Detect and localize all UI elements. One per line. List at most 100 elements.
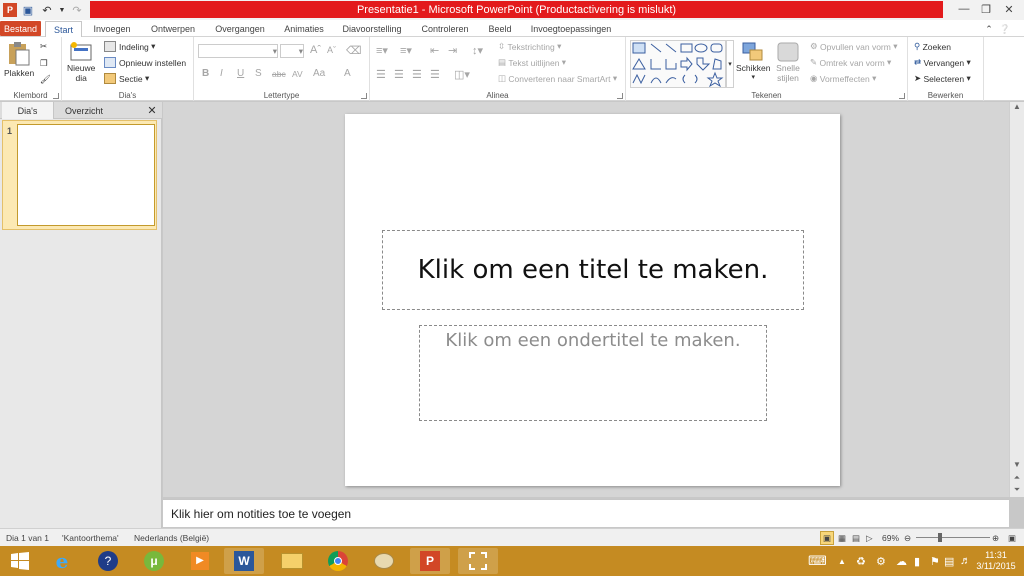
tekenen-launcher-icon[interactable]: [899, 93, 905, 99]
tab-overgangen[interactable]: Overgangen: [210, 21, 270, 37]
shapes-gallery[interactable]: [630, 40, 726, 88]
paste-button[interactable]: Plakken: [4, 40, 34, 78]
underline-button[interactable]: U: [237, 68, 244, 79]
title-placeholder[interactable]: Klik om een titel te maken.: [382, 230, 804, 310]
start-button[interactable]: [0, 548, 40, 574]
font-color-button[interactable]: A: [344, 68, 351, 79]
tray-cloud-icon[interactable]: ☁: [896, 546, 907, 576]
close-button[interactable]: ✕: [997, 0, 1021, 18]
tab-slides[interactable]: Dia's: [2, 102, 54, 119]
shape-fill-button[interactable]: ⚙ Opvullen van vorm ▾: [810, 41, 898, 52]
strikethrough-button[interactable]: abc: [272, 69, 286, 79]
shape-outline-button[interactable]: ✎ Omtrek van vorm ▾: [810, 57, 891, 68]
dropdown-arrow-icon[interactable]: ▼: [58, 2, 66, 18]
lettertype-launcher-icon[interactable]: [361, 93, 367, 99]
line-spacing-button[interactable]: ↕▾: [472, 44, 483, 57]
alinea-launcher-icon[interactable]: [617, 93, 623, 99]
media-player-icon[interactable]: ▶: [180, 548, 220, 574]
utorrent-icon[interactable]: μ: [134, 548, 174, 574]
reading-view-icon[interactable]: ▤: [852, 529, 860, 547]
grow-font-button[interactable]: Aˆ: [310, 44, 321, 56]
tab-invoegen[interactable]: Invoegen: [88, 21, 136, 37]
decrease-indent-button[interactable]: ⇤: [430, 44, 439, 57]
file-explorer-icon[interactable]: [272, 548, 312, 574]
zoom-out-icon[interactable]: ⊖: [904, 529, 911, 547]
battery-icon[interactable]: ▮: [914, 546, 920, 576]
scroll-down-icon[interactable]: ▼: [1010, 460, 1024, 469]
tray-gear-icon[interactable]: ⚙: [876, 546, 886, 576]
italic-button[interactable]: I: [220, 68, 223, 79]
tab-diavoorstelling[interactable]: Diavoorstelling: [337, 21, 407, 37]
tab-invoegtoepassingen[interactable]: Invoegtoepassingen: [526, 21, 616, 37]
next-slide-icon[interactable]: ⏷: [1010, 485, 1024, 495]
tray-app-icon[interactable]: ♻: [856, 546, 866, 576]
minimize-button[interactable]: —: [952, 0, 976, 18]
zoom-slider[interactable]: [916, 537, 990, 538]
font-name-select[interactable]: ▾: [198, 44, 278, 58]
scroll-up-icon[interactable]: ▲: [1010, 102, 1024, 111]
layout-button[interactable]: Indeling ▾: [104, 41, 155, 52]
flag-icon[interactable]: ⚑: [930, 546, 940, 576]
justify-button[interactable]: ☰: [430, 68, 440, 81]
app-question-icon[interactable]: ?: [88, 548, 128, 574]
prev-slide-icon[interactable]: ⏶: [1010, 473, 1024, 483]
powerpoint-logo-icon[interactable]: P: [3, 3, 17, 17]
spacing-button[interactable]: AV: [292, 69, 303, 79]
vertical-scrollbar[interactable]: ▲ ▼ ⏶ ⏷: [1009, 102, 1024, 497]
tab-bestand[interactable]: Bestand: [0, 21, 41, 36]
show-hidden-icons[interactable]: ▲: [838, 546, 846, 576]
align-text-button[interactable]: ▤ Tekst uitlijnen ▾: [498, 57, 566, 68]
reset-button[interactable]: Opnieuw instellen: [104, 57, 186, 68]
snipping-tool-icon[interactable]: [458, 548, 498, 574]
subtitle-placeholder[interactable]: Klik om een ondertitel te maken.: [419, 325, 767, 421]
klembord-launcher-icon[interactable]: [53, 93, 59, 99]
notes-pane[interactable]: Klik hier om notities toe te voegen: [163, 499, 1009, 527]
close-panel-icon[interactable]: ✕: [144, 102, 160, 119]
powerpoint-taskbar-icon[interactable]: P: [410, 548, 450, 574]
normal-view-icon[interactable]: ▣: [820, 531, 834, 545]
theme-name[interactable]: 'Kantoorthema': [62, 529, 119, 547]
paint-icon[interactable]: [364, 548, 404, 574]
tab-controleren[interactable]: Controleren: [416, 21, 474, 37]
minimize-ribbon-icon[interactable]: ⌃: [982, 21, 996, 37]
zoom-in-icon[interactable]: ⊕: [992, 529, 999, 547]
tab-ontwerpen[interactable]: Ontwerpen: [146, 21, 200, 37]
undo-icon[interactable]: ↶: [39, 2, 55, 18]
shape-effects-button[interactable]: ◉ Vormeffecten ▾: [810, 73, 876, 84]
fit-to-window-icon[interactable]: ▣: [1008, 529, 1016, 547]
increase-indent-button[interactable]: ⇥: [448, 44, 457, 57]
internet-explorer-icon[interactable]: e: [42, 548, 82, 574]
slide-thumbnail[interactable]: [17, 124, 155, 226]
volume-icon[interactable]: ♬: [960, 546, 971, 576]
copy-button[interactable]: ❐: [40, 58, 48, 69]
align-center-button[interactable]: ☰: [394, 68, 404, 81]
tab-animaties[interactable]: Animaties: [279, 21, 329, 37]
align-right-button[interactable]: ☰: [412, 68, 422, 81]
clock[interactable]: 11:31 3/11/2015: [972, 546, 1020, 576]
replace-button[interactable]: ⇄ Vervangen ▾: [914, 57, 971, 68]
word-icon[interactable]: W: [224, 548, 264, 574]
restore-button[interactable]: ❐: [974, 0, 998, 18]
tab-beeld[interactable]: Beeld: [483, 21, 517, 37]
section-button[interactable]: Sectie ▾: [104, 73, 149, 84]
zoom-slider-thumb[interactable]: [938, 533, 942, 542]
case-button[interactable]: Aa: [313, 68, 325, 79]
slide-sorter-icon[interactable]: ▦: [838, 529, 846, 547]
help-icon[interactable]: ❔: [998, 21, 1012, 37]
save-icon[interactable]: ▣: [20, 2, 36, 18]
slideshow-icon[interactable]: ▷: [866, 529, 873, 547]
network-icon[interactable]: ▤: [944, 546, 954, 576]
select-button[interactable]: ➤ Selecteren ▾: [914, 73, 971, 84]
format-painter-button[interactable]: 🖌: [40, 74, 51, 85]
arrange-button[interactable]: Schikken ▾: [736, 41, 771, 81]
quick-styles-button[interactable]: Snelle stijlen: [776, 41, 800, 83]
new-slide-button[interactable]: Nieuwe dia: [67, 41, 95, 83]
tab-outline[interactable]: Overzicht: [56, 102, 112, 119]
bullets-button[interactable]: ≡▾: [376, 44, 388, 57]
zoom-level[interactable]: 69%: [882, 529, 899, 547]
redo-icon[interactable]: ↷: [69, 2, 85, 18]
find-button[interactable]: ⚲ Zoeken: [914, 41, 951, 52]
shrink-font-button[interactable]: Aˇ: [327, 45, 336, 55]
bold-button[interactable]: B: [202, 68, 209, 79]
clear-format-button[interactable]: ⌫: [346, 44, 362, 57]
